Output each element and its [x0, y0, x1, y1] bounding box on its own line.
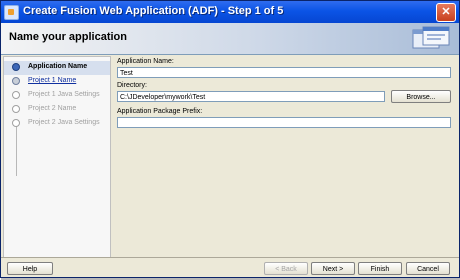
- application-icon: [4, 5, 19, 20]
- browse-button[interactable]: Browse...: [391, 90, 451, 103]
- finish-button[interactable]: Finish: [358, 262, 402, 275]
- back-button: < Back: [264, 262, 308, 275]
- step-person-icon: [12, 77, 20, 85]
- cancel-button[interactable]: Cancel: [406, 262, 450, 275]
- help-button[interactable]: Help: [7, 262, 53, 275]
- step-label: Project 2 Name: [28, 105, 77, 112]
- step-pending-icon: [12, 91, 20, 99]
- wizard-form: Application Name: Test Directory: C:\JDe…: [113, 56, 459, 256]
- next-button[interactable]: Next >: [311, 262, 355, 275]
- package-prefix-input[interactable]: [117, 117, 451, 128]
- application-name-label: Application Name:: [117, 58, 174, 65]
- wizard-header: Name your application: [1, 23, 459, 55]
- footer-divider: [1, 257, 459, 258]
- wizard-graphic-icon: [412, 26, 450, 49]
- step-label: Application Name: [28, 63, 88, 70]
- step-label: Project 1 Name: [28, 77, 77, 84]
- wizard-window: Create Fusion Web Application (ADF) - St…: [0, 0, 460, 278]
- step-label: Project 2 Java Settings: [28, 119, 100, 126]
- title-bar[interactable]: Create Fusion Web Application (ADF) - St…: [1, 1, 459, 23]
- step-pending-icon: [12, 119, 20, 127]
- application-name-input[interactable]: Test: [117, 67, 451, 78]
- step-application-name[interactable]: Application Name: [4, 61, 110, 75]
- step-current-icon: [12, 63, 20, 71]
- directory-input[interactable]: C:\JDeveloper\mywork\Test: [117, 91, 385, 102]
- step-project-2-name: Project 2 Name: [4, 103, 110, 117]
- step-pending-icon: [12, 105, 20, 113]
- directory-label: Directory:: [117, 82, 147, 89]
- step-project-1-name[interactable]: Project 1 Name: [4, 75, 110, 89]
- step-project-2-java-settings: Project 2 Java Settings: [4, 117, 110, 131]
- step-label: Project 1 Java Settings: [28, 91, 100, 98]
- package-prefix-label: Application Package Prefix:: [117, 108, 203, 115]
- close-button[interactable]: ✕: [436, 3, 456, 22]
- window-title: Create Fusion Web Application (ADF) - St…: [23, 5, 284, 17]
- wizard-steps-panel: Application Name Project 1 Name Project …: [3, 56, 111, 258]
- steps-connector: [16, 124, 17, 176]
- step-project-1-java-settings: Project 1 Java Settings: [4, 89, 110, 103]
- page-title: Name your application: [9, 31, 127, 43]
